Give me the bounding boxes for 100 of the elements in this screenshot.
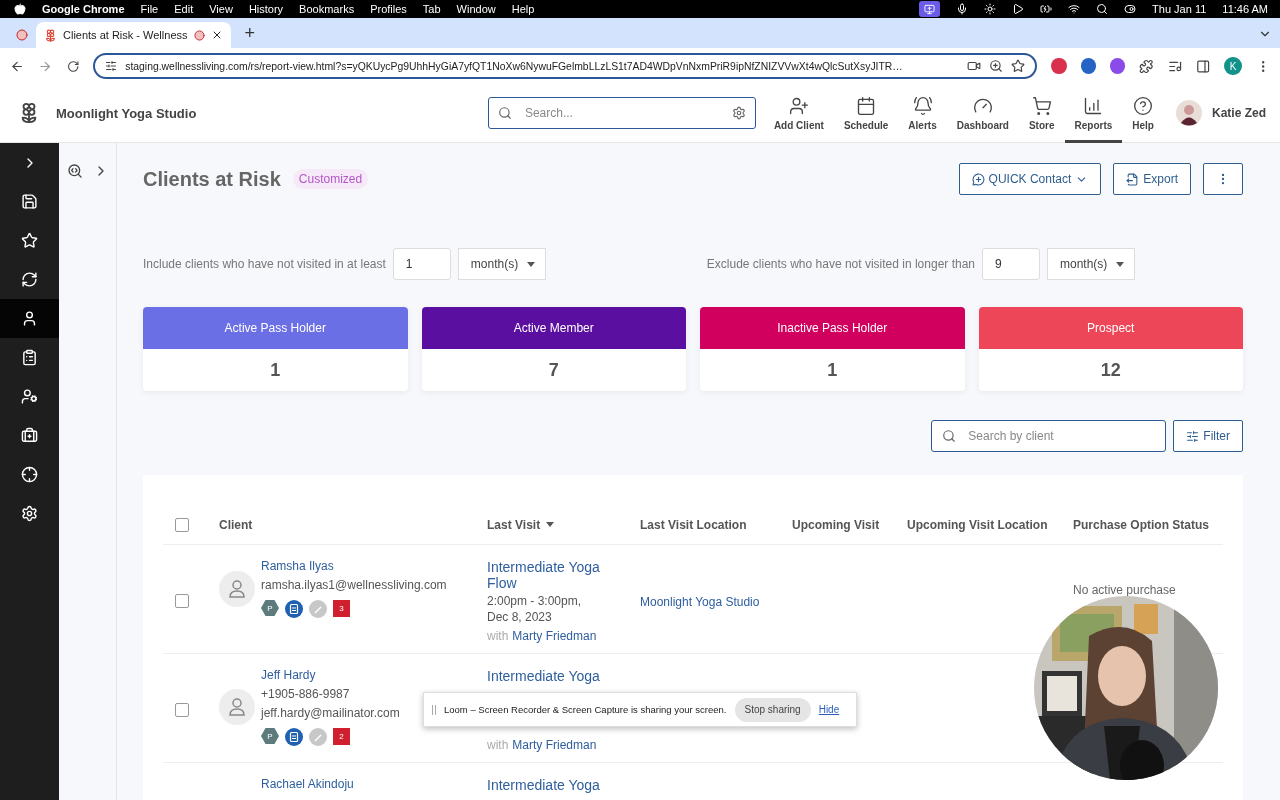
- unit-select[interactable]: month(s): [1047, 248, 1135, 280]
- filter-label: Include clients who have not visited in at least: [143, 257, 386, 271]
- zoom-icon[interactable]: [989, 59, 1004, 73]
- class-link[interactable]: Intermediate Yoga Flow: [487, 559, 627, 591]
- avatar-icon: [219, 570, 255, 607]
- unit-select[interactable]: month(s): [457, 248, 546, 280]
- puzzle-icon[interactable]: [1139, 58, 1154, 74]
- chat-plus-icon: [971, 172, 985, 186]
- sun-icon[interactable]: [984, 3, 997, 15]
- apple-icon[interactable]: [14, 3, 26, 15]
- search-icon[interactable]: [1096, 3, 1109, 15]
- favicon-icon: [44, 28, 57, 42]
- side-panel-icon[interactable]: [1196, 58, 1211, 74]
- count-tag: 2: [333, 728, 350, 745]
- extension-icon[interactable]: [1051, 58, 1067, 74]
- location-link[interactable]: Moonlight Yoga Studio: [640, 595, 760, 609]
- filter-button[interactable]: Filter: [1173, 420, 1243, 452]
- user-name[interactable]: Katie Zed: [1212, 106, 1266, 120]
- column-header[interactable]: Client: [219, 517, 487, 532]
- wifi-icon[interactable]: [1068, 3, 1081, 15]
- help-icon: [1133, 95, 1154, 116]
- avatar-icon: [219, 689, 255, 725]
- client-name[interactable]: Ramsha Ilyas: [261, 559, 447, 573]
- card-header: Prospect: [978, 307, 1243, 349]
- tune-icon[interactable]: [105, 60, 118, 72]
- user-gear-icon: [21, 388, 38, 405]
- column-header[interactable]: Upcoming Visit: [792, 517, 907, 532]
- column-header[interactable]: Purchase Option Status: [1073, 517, 1223, 532]
- select-all-checkbox[interactable]: [175, 517, 189, 532]
- search-field[interactable]: Search...: [487, 97, 756, 129]
- search-icon: [497, 106, 512, 120]
- play-icon[interactable]: [1012, 3, 1025, 15]
- export-icon: [1126, 172, 1140, 186]
- customized-label: Customized: [292, 169, 369, 189]
- nav-item[interactable]: Store: [1018, 83, 1065, 143]
- cart-icon: [1031, 95, 1052, 116]
- menu-item[interactable]: Bookmarks: [299, 3, 355, 15]
- instructor-link[interactable]: Marty Friedman: [512, 629, 597, 643]
- menu-item[interactable]: Tab: [422, 3, 441, 15]
- nav-item[interactable]: Dashboard: [946, 83, 1019, 143]
- nav-item[interactable]: Schedule: [833, 83, 899, 143]
- menu-item[interactable]: Window: [456, 3, 496, 15]
- search-icon[interactable]: [66, 163, 83, 179]
- card-header: Active Member: [421, 307, 686, 349]
- contact-text: ramsha.ilyas1@wellnessliving.com: [261, 578, 447, 592]
- client-name[interactable]: Jeff Hardy: [261, 668, 400, 682]
- extension-icon[interactable]: [1109, 58, 1126, 74]
- row-checkbox[interactable]: [175, 594, 189, 608]
- class-link[interactable]: Intermediate Yoga: [487, 777, 627, 800]
- page-title: Clients at Risk: [143, 167, 281, 191]
- instructor-link[interactable]: Marty Friedman: [512, 738, 597, 752]
- menu-item[interactable]: Edit: [174, 3, 194, 15]
- menu-item[interactable]: Help: [511, 3, 535, 15]
- caret-icon: [526, 261, 535, 267]
- card-count: 1: [269, 358, 282, 382]
- briefcase-icon: [21, 427, 38, 444]
- column-header[interactable]: Last Visit Location: [640, 517, 792, 532]
- sharing-message: Loom – Screen Recorder & Screen Capture is sharing your screen.: [444, 704, 727, 715]
- row-checkbox[interactable]: [175, 703, 189, 717]
- purchase-status: No active purchase: [1073, 583, 1177, 597]
- camera-icon[interactable]: [967, 59, 982, 73]
- card-count: 12: [1099, 358, 1122, 382]
- quick-contact-button[interactable]: QUICK Contact: [958, 163, 1102, 195]
- stop-sharing-button[interactable]: Stop sharing: [734, 697, 811, 722]
- menu-item[interactable]: Profiles: [370, 3, 407, 15]
- settings-icon[interactable]: [731, 106, 746, 120]
- menu-item[interactable]: File: [140, 3, 159, 15]
- menu-item[interactable]: History: [248, 3, 284, 15]
- crosshair-icon: [21, 466, 38, 483]
- user-plus-icon: [788, 95, 809, 116]
- nav-item[interactable]: Help: [1122, 83, 1164, 143]
- column-header[interactable]: Upcoming Visit Location: [907, 517, 1073, 532]
- toggle-icon[interactable]: [1124, 3, 1137, 15]
- number-field[interactable]: 9: [982, 248, 1040, 280]
- extension-icon[interactable]: [1080, 58, 1096, 74]
- number-field[interactable]: 1: [392, 248, 451, 280]
- record-icon: [16, 29, 28, 41]
- reload-icon[interactable]: [66, 59, 80, 73]
- address-bar[interactable]: staging.wellnessliving.com/rs/report-view.html?s=yQKUycPg9UhhHyGiA7yfQT1NoXw6NywuFGelmbLLzLS1t7AD4WDpVnNxmPriR9ipNfZNIZVVwXt4wQlcSutXsyJITR…: [93, 53, 1038, 79]
- profile-button[interactable]: K: [1224, 57, 1242, 75]
- client-name[interactable]: Rachael Akindoju: [261, 777, 354, 791]
- battery-icon[interactable]: [1040, 3, 1053, 15]
- hide-link[interactable]: Hide: [818, 704, 840, 715]
- screen-share-button[interactable]: [919, 1, 941, 17]
- mic-icon[interactable]: [956, 3, 969, 15]
- client-search-field[interactable]: Search by client: [931, 420, 1167, 452]
- app-name[interactable]: Google Chrome: [42, 3, 125, 15]
- star-icon[interactable]: [1011, 59, 1026, 73]
- contact-text: jeff.hardy@mailinator.com: [261, 706, 400, 720]
- user-icon: [21, 310, 38, 327]
- more-button[interactable]: [1203, 163, 1243, 195]
- column-header[interactable]: Last Visit: [487, 517, 640, 532]
- nav-item[interactable]: Alerts: [898, 83, 947, 143]
- export-button[interactable]: Export: [1113, 163, 1191, 195]
- filter-label: Exclude clients who have not visited in longer than: [706, 257, 975, 271]
- menu-item[interactable]: View: [209, 3, 233, 15]
- nav-item[interactable]: Add Client: [763, 83, 834, 143]
- new-tab-button[interactable]: +: [238, 23, 261, 48]
- user-avatar[interactable]: [1176, 100, 1202, 126]
- browser-tab[interactable]: Clients at Risk - Wellness: [36, 22, 231, 48]
